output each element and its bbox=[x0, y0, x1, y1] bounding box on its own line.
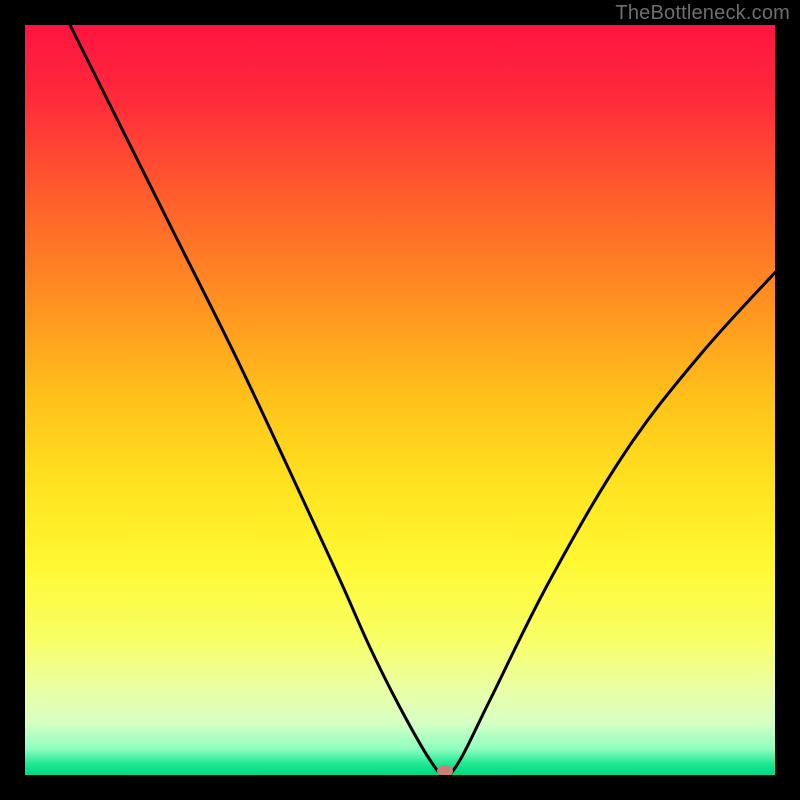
plot-area bbox=[25, 25, 775, 775]
chart-frame: TheBottleneck.com bbox=[0, 0, 800, 800]
chart-svg bbox=[25, 25, 775, 775]
watermark-text: TheBottleneck.com bbox=[615, 2, 790, 25]
